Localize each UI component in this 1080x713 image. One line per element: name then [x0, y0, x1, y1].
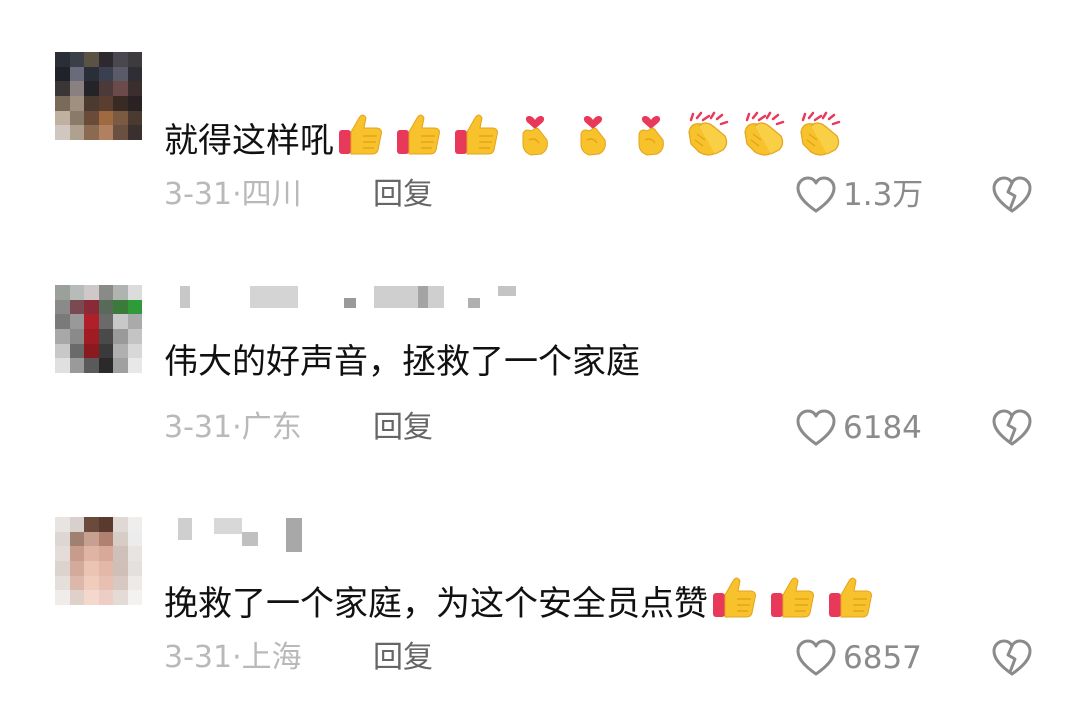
comment-location: 上海	[241, 640, 302, 675]
comment-text-line: 挽救了一个家庭，为这个安全员点赞	[164, 573, 875, 624]
like-button[interactable]: 6857	[795, 638, 922, 678]
comment-item: 挽救了一个家庭，为这个安全员点赞 3-31·上海 回复 6857	[0, 0, 1080, 713]
comment-meta: 3-31·上海	[164, 640, 302, 676]
thumbs-up-icon	[827, 573, 875, 621]
thumbs-up-icon	[769, 573, 817, 621]
like-count: 6857	[843, 640, 922, 676]
comment-date: 3-31	[164, 640, 233, 675]
avatar[interactable]	[55, 517, 142, 605]
broken-heart-icon[interactable]	[990, 638, 1034, 678]
comment-text: 挽救了一个家庭，为这个安全员点赞	[164, 584, 708, 624]
meta-separator: ·	[232, 640, 242, 675]
username-blurred[interactable]	[168, 518, 308, 552]
reply-button[interactable]: 回复	[373, 640, 433, 676]
heart-icon	[796, 639, 836, 676]
thumbs-up-icon	[711, 573, 759, 621]
